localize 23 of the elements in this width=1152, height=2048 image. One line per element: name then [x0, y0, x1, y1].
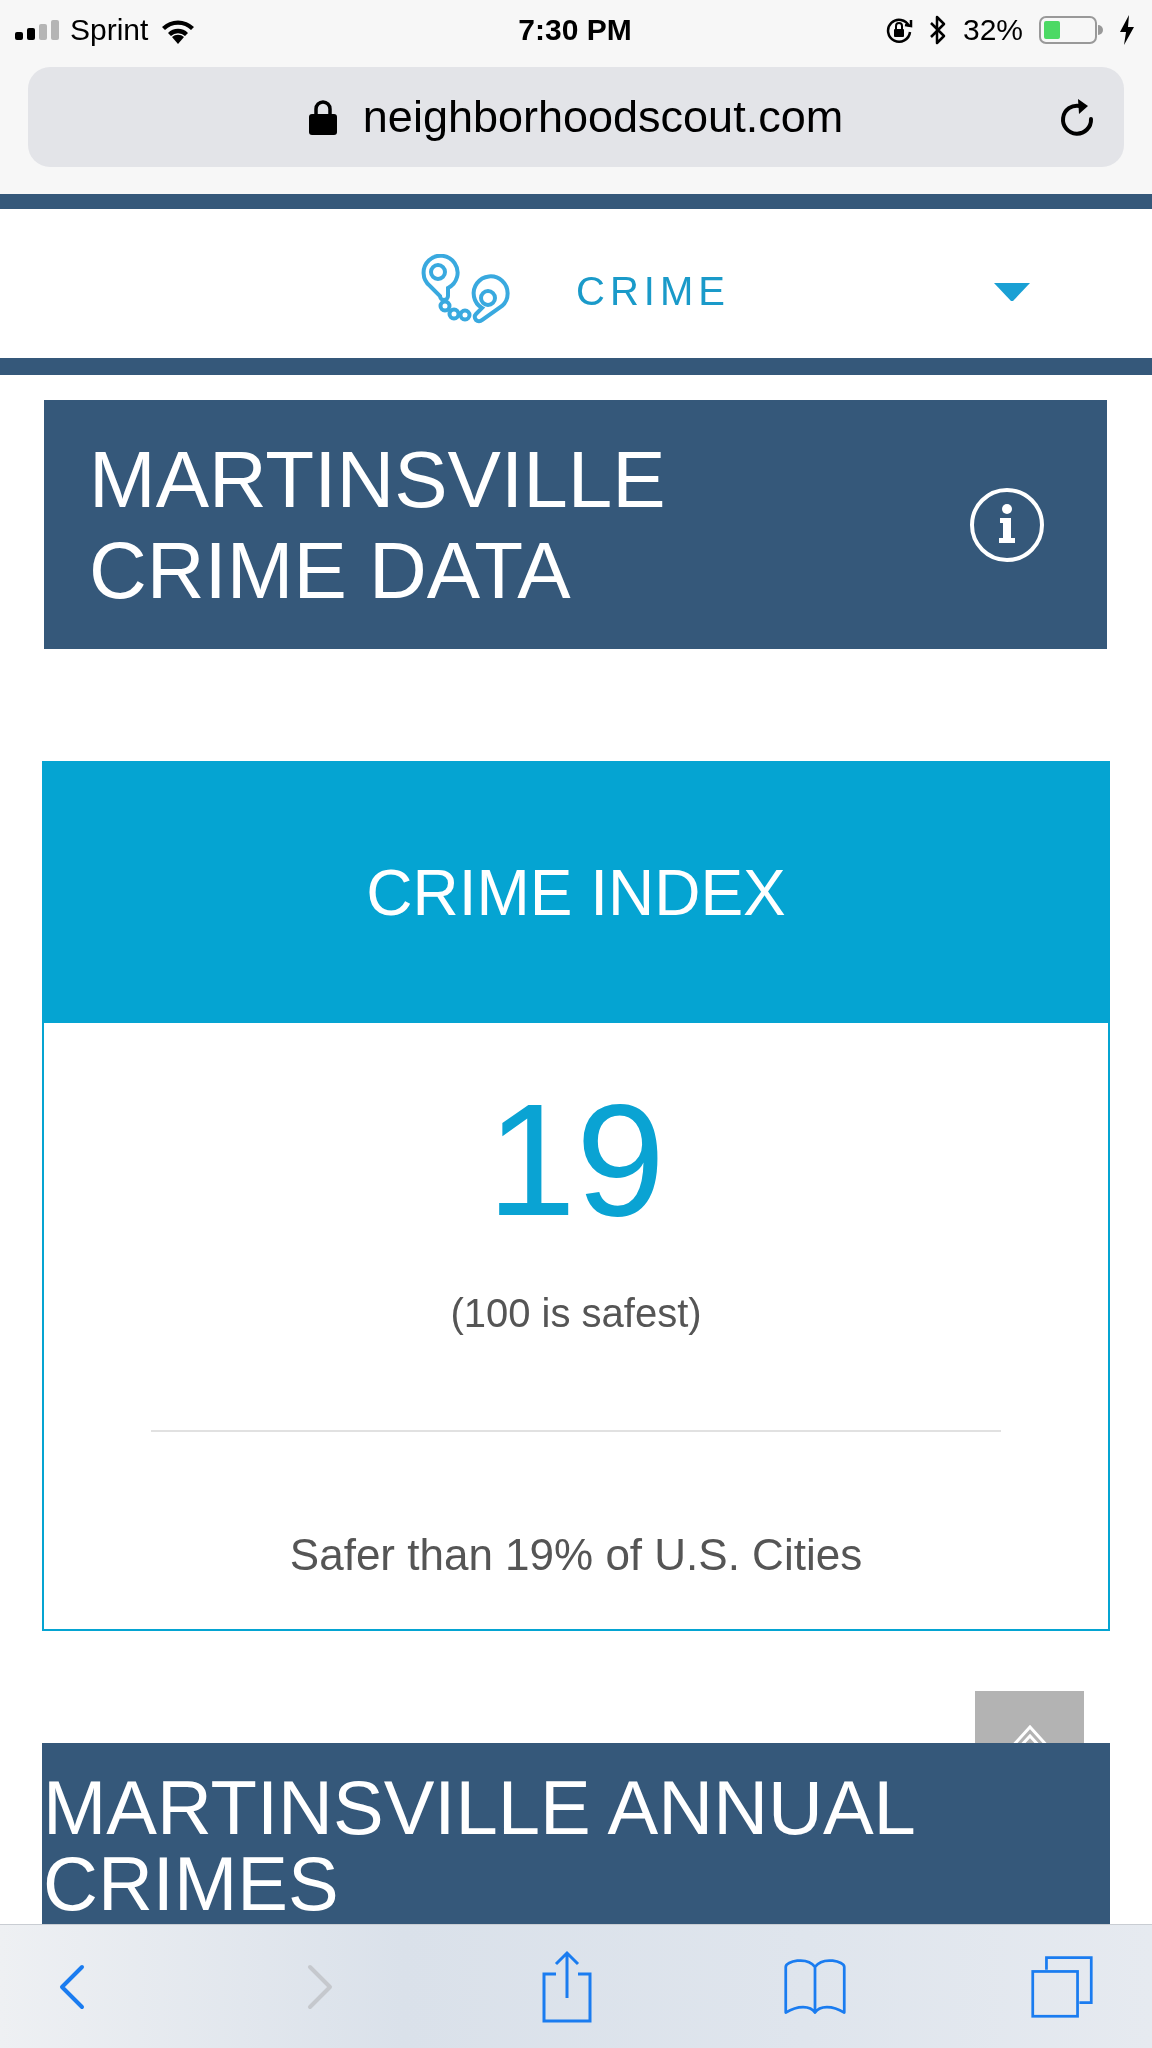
signal-icon — [15, 20, 59, 40]
crime-index-comparison: Safer than 19% of U.S. Cities — [289, 1529, 863, 1581]
info-icon[interactable] — [969, 486, 1045, 563]
address-field[interactable]: neighborhoodscout.com — [28, 67, 1124, 167]
scroll-top-button[interactable] — [975, 1691, 1084, 1743]
reload-icon[interactable] — [1060, 97, 1096, 137]
url-text: neighborhoodscout.com — [362, 91, 844, 143]
crime-index-note: (100 is safest) — [450, 1290, 702, 1337]
battery-icon — [1039, 16, 1103, 44]
banner-title: MARTINSVILLE CRIME DATA — [89, 433, 667, 616]
carrier-name: Sprint — [70, 13, 149, 47]
caret-icon[interactable] — [994, 282, 1030, 301]
status-time: 7:30 PM — [518, 13, 632, 47]
lock-icon — [308, 99, 337, 135]
banner-title: MARTINSVILLE ANNUAL CRIMES — [43, 1770, 915, 1922]
bluetooth-icon — [928, 15, 947, 45]
orientation-lock-icon — [884, 16, 913, 44]
battery-percent: 32% — [962, 13, 1023, 47]
share-icon[interactable] — [540, 1949, 594, 2024]
crime-index-value: 19 — [487, 1080, 665, 1240]
back-icon[interactable] — [59, 1963, 85, 2010]
charging-icon — [1119, 15, 1135, 45]
crime-index-title: CRIME INDEX — [366, 856, 786, 930]
